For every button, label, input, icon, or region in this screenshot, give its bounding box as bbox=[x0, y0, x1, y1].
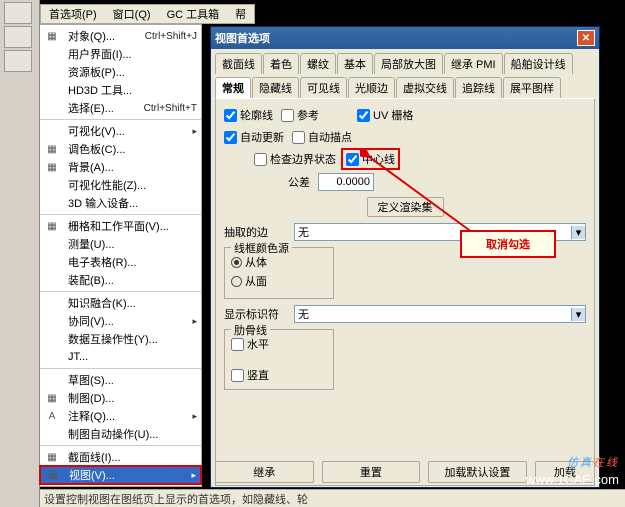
chevron-down-icon: ▾ bbox=[571, 226, 585, 239]
menu-item[interactable]: 装配(B)... bbox=[40, 271, 201, 289]
chk-check-boundary[interactable]: 检查边界状态 bbox=[254, 151, 336, 167]
tabs-row-1: 截面线着色螺纹基本局部放大图继承 PMI船舶设计线 bbox=[211, 49, 599, 74]
display-id-label: 显示标识符 bbox=[224, 306, 286, 322]
tab-panel-general: 轮廓线 参考 UV 栅格 自动更新 自动描点 检查边界状态 中心线 公差 定义渲… bbox=[215, 98, 595, 486]
load-defaults-button[interactable]: 加载默认设置 bbox=[428, 461, 527, 483]
menu-item[interactable]: 制图自动操作(U)... bbox=[40, 425, 201, 443]
chk-auto-update[interactable]: 自动更新 bbox=[224, 129, 284, 145]
radio-from-face[interactable]: 从面 bbox=[231, 273, 327, 289]
menu-help[interactable]: 帮 bbox=[231, 4, 250, 24]
tab[interactable]: 局部放大图 bbox=[374, 53, 443, 74]
tab[interactable]: 光顺边 bbox=[348, 77, 395, 98]
tab[interactable]: 螺纹 bbox=[300, 53, 336, 74]
menu-item[interactable]: ▦栅格和工作平面(V)... bbox=[40, 217, 201, 235]
centerline-highlight: 中心线 bbox=[344, 151, 397, 167]
chk-auto-anchor[interactable]: 自动描点 bbox=[292, 129, 352, 145]
chk-centerline[interactable]: 中心线 bbox=[346, 151, 395, 167]
menu-item[interactable]: A注释(Q)... bbox=[40, 407, 201, 425]
tab[interactable]: 继承 PMI bbox=[444, 53, 503, 74]
tab[interactable]: 船舶设计线 bbox=[504, 53, 573, 74]
menu-item[interactable]: ▦制图(D)... bbox=[40, 389, 201, 407]
annotation-callout: 取消勾选 bbox=[460, 230, 556, 258]
extract-edges-label: 抽取的边 bbox=[224, 224, 286, 240]
define-render-set-button[interactable]: 定义渲染集 bbox=[367, 197, 444, 217]
menu-item[interactable]: 协同(V)... bbox=[40, 312, 201, 330]
left-toolstrip bbox=[0, 0, 40, 507]
chk-horizontal[interactable]: 水平 bbox=[231, 336, 327, 352]
tab[interactable]: 截面线 bbox=[215, 53, 262, 74]
status-bar: 设置控制视图在图纸页上显示的首选项，如隐藏线、轮 bbox=[40, 489, 625, 507]
chk-vertical[interactable]: 竖直 bbox=[231, 367, 327, 383]
chevron-down-icon: ▾ bbox=[571, 308, 585, 321]
menu-item[interactable]: 知识融合(K)... bbox=[40, 294, 201, 312]
menu-item[interactable]: ▦截面线(I)... bbox=[40, 448, 201, 466]
menu-item[interactable]: 可视化(V)... bbox=[40, 122, 201, 140]
preferences-dropdown: ▦对象(Q)...Ctrl+Shift+J用户界面(I)...资源板(P)...… bbox=[40, 24, 202, 487]
menu-item[interactable]: ▦对象(Q)...Ctrl+Shift+J bbox=[40, 27, 201, 45]
chk-reference[interactable]: 参考 bbox=[281, 107, 319, 123]
menu-item[interactable]: ▦背景(A)... bbox=[40, 158, 201, 176]
menu-preferences[interactable]: 首选项(P) bbox=[45, 4, 101, 24]
tab[interactable]: 追踪线 bbox=[455, 77, 502, 98]
menu-item[interactable]: ▦调色板(C)... bbox=[40, 140, 201, 158]
tab[interactable]: 着色 bbox=[263, 53, 299, 74]
tool-icon[interactable] bbox=[4, 26, 32, 48]
chk-uv-grid[interactable]: UV 栅格 bbox=[357, 107, 413, 123]
tabs-row-2: 常规隐藏线可见线光顺边虚拟交线追踪线展平图样 bbox=[211, 73, 599, 98]
wireframe-color-group: 线框颜色源 从体 从面 bbox=[224, 247, 334, 299]
menu-item[interactable]: 选择(E)...Ctrl+Shift+T bbox=[40, 99, 201, 117]
menu-item[interactable]: 可视化性能(Z)... bbox=[40, 176, 201, 194]
menu-item[interactable]: HD3D 工具... bbox=[40, 81, 201, 99]
tool-icon[interactable] bbox=[4, 2, 32, 24]
tab[interactable]: 虚拟交线 bbox=[396, 77, 454, 98]
tolerance-label: 公差 bbox=[254, 174, 310, 190]
menu-item[interactable]: 资源板(P)... bbox=[40, 63, 201, 81]
tolerance-input[interactable] bbox=[318, 173, 374, 191]
menu-item[interactable]: 数据互操作性(Y)... bbox=[40, 330, 201, 348]
dialog-title: 视图首选项 bbox=[215, 30, 577, 46]
menu-item[interactable]: 电子表格(R)... bbox=[40, 253, 201, 271]
dialog-titlebar: 视图首选项 ✕ bbox=[211, 27, 599, 49]
menu-window[interactable]: 窗口(Q) bbox=[109, 4, 155, 24]
tab[interactable]: 基本 bbox=[337, 53, 373, 74]
menu-item[interactable]: ▦视图(V)... bbox=[40, 466, 201, 484]
rib-line-group: 肋骨线 水平 竖直 bbox=[224, 329, 334, 390]
reset-button[interactable]: 重置 bbox=[322, 461, 421, 483]
menu-item[interactable]: 用户界面(I)... bbox=[40, 45, 201, 63]
display-id-select[interactable]: 无▾ bbox=[294, 305, 586, 323]
tab[interactable]: 可见线 bbox=[300, 77, 347, 98]
watermark: 仿真在线 www.1CAE.com bbox=[526, 446, 619, 487]
menubar: 首选项(P) 窗口(Q) GC 工具箱 帮 bbox=[40, 4, 255, 24]
group-title: 线框颜色源 bbox=[231, 240, 292, 256]
tool-icon[interactable] bbox=[4, 50, 32, 72]
menu-item[interactable]: 草图(S)... bbox=[40, 371, 201, 389]
menu-item[interactable]: 测量(U)... bbox=[40, 235, 201, 253]
chk-outline[interactable]: 轮廓线 bbox=[224, 107, 273, 123]
status-text: 设置控制视图在图纸页上显示的首选项，如隐藏线、轮 bbox=[44, 491, 308, 507]
tab[interactable]: 常规 bbox=[215, 77, 251, 98]
menu-item[interactable]: 3D 输入设备... bbox=[40, 194, 201, 212]
tab[interactable]: 展平图样 bbox=[503, 77, 561, 98]
inherit-button[interactable]: 继承 bbox=[215, 461, 314, 483]
close-icon[interactable]: ✕ bbox=[577, 30, 595, 46]
tab[interactable]: 隐藏线 bbox=[252, 77, 299, 98]
menu-item[interactable]: JT... bbox=[40, 348, 201, 366]
group-title: 肋骨线 bbox=[231, 322, 270, 338]
radio-from-body[interactable]: 从体 bbox=[231, 254, 327, 270]
menu-gc-toolbox[interactable]: GC 工具箱 bbox=[163, 4, 224, 24]
